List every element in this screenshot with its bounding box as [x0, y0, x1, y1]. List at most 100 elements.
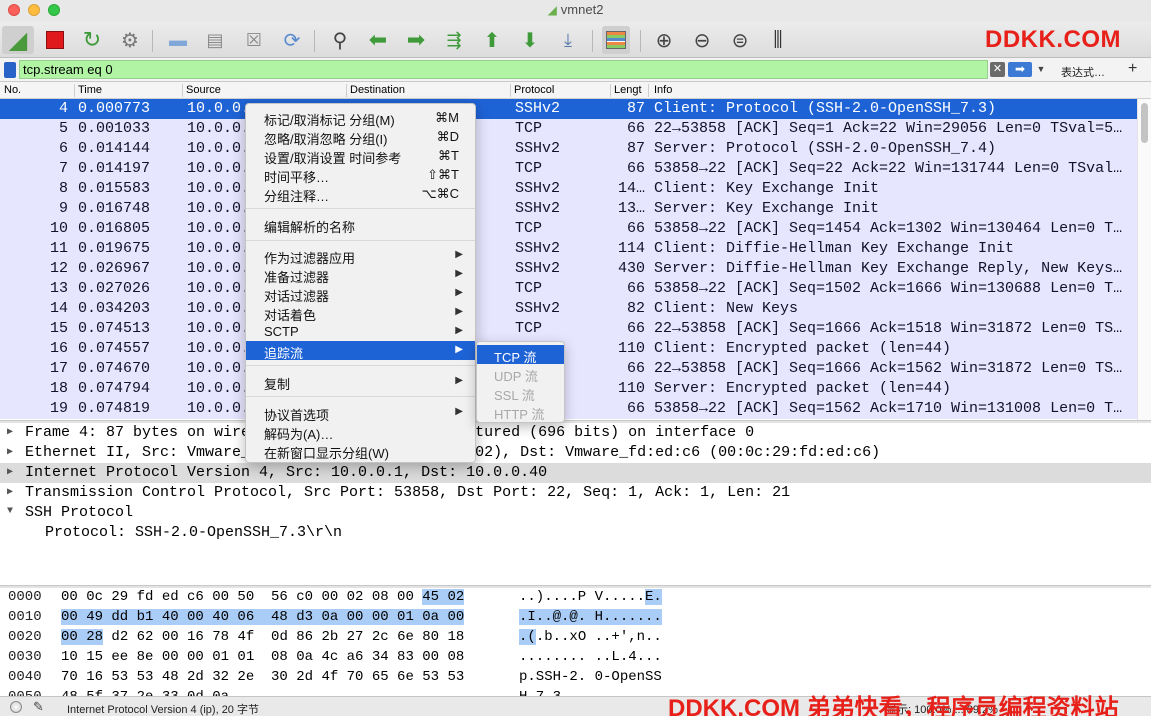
expand-arrow-icon[interactable]: ▶	[7, 426, 13, 438]
bytes-ascii[interactable]: .I..@.@. H.......	[519, 609, 662, 625]
expert-info-indicator[interactable]	[10, 701, 22, 713]
submenu-item-udp-stream[interactable]: UDP 流	[477, 364, 564, 384]
column-divider[interactable]	[182, 84, 183, 97]
bytes-hex[interactable]: 00 0c 29 fd ed c6 00 50 56 c0 00 02 08 0…	[61, 589, 465, 605]
menu-item-protocol-preferences[interactable]: 协议首选项 ▶	[246, 403, 475, 423]
bytes-hex[interactable]: 70 16 53 53 48 2d 32 2e 30 2d 4f 70 65 6…	[61, 669, 464, 685]
packet-row[interactable]: 5 0.001033 10.0.0. TCP 66 22→53858 [ACK]…	[0, 119, 1137, 139]
expand-arrow-icon[interactable]: ▶	[7, 486, 13, 498]
bytes-hex[interactable]: 10 15 ee 8e 00 00 01 01 08 0a 4c a6 34 8…	[61, 649, 464, 665]
recent-filters-dropdown[interactable]: ▼	[1035, 62, 1047, 77]
bytes-ascii[interactable]: ..)....P V.....E.	[519, 589, 662, 605]
add-filter-button[interactable]: +	[1128, 60, 1137, 78]
packet-row[interactable]: 8 0.015583 10.0.0. SSHv2 14… Client: Key…	[0, 179, 1137, 199]
packet-row[interactable]: 17 0.074670 10.0.0. 66 22→53858 [ACK] Se…	[0, 359, 1137, 379]
start-capture-button[interactable]: ◢	[2, 26, 34, 54]
zoom-out-button[interactable]: ⊖	[688, 26, 716, 54]
clear-filter-button[interactable]: ✕	[990, 62, 1005, 77]
menu-item-decode-as[interactable]: 解码为(A)…	[246, 422, 475, 442]
packet-row[interactable]: 14 0.034203 10.0.0. SSHv2 82 Client: New…	[0, 299, 1137, 319]
resize-columns-button[interactable]: ⫼	[764, 26, 792, 54]
menu-item-apply-as-filter[interactable]: 作为过滤器应用 ▶	[246, 246, 475, 266]
go-to-packet-button[interactable]: ⇶	[440, 26, 468, 54]
go-forward-button[interactable]: ➡	[402, 26, 430, 54]
apply-filter-button[interactable]: ➡	[1008, 62, 1032, 77]
column-header-length[interactable]: Lengt	[614, 84, 642, 96]
packet-row[interactable]: 6 0.014144 10.0.0. SSHv2 87 Server: Prot…	[0, 139, 1137, 159]
packet-row[interactable]: 9 0.016748 10.0.0. SSHv2 13… Server: Key…	[0, 199, 1137, 219]
menu-item-follow-stream[interactable]: 追踪流 ▶	[246, 341, 475, 361]
detail-row-ip[interactable]: ▶ Internet Protocol Version 4, Src: 10.0…	[0, 463, 1151, 483]
column-header-destination[interactable]: Destination	[350, 84, 405, 96]
expand-arrow-icon[interactable]: ▶	[7, 466, 13, 478]
bookmark-icon[interactable]	[4, 62, 16, 78]
packet-row[interactable]: 13 0.027026 10.0.0. TCP 66 53858→22 [ACK…	[0, 279, 1137, 299]
comment-icon[interactable]: ✎	[33, 699, 44, 715]
close-file-button[interactable]: ☒	[240, 26, 268, 54]
first-packet-button[interactable]: ⬆	[478, 26, 506, 54]
expand-arrow-icon[interactable]: ▶	[7, 446, 13, 458]
stop-capture-button[interactable]	[41, 26, 69, 54]
menu-item-packet-comment[interactable]: 分组注释… ⌥⌘C	[246, 184, 475, 204]
packet-row[interactable]: 16 0.074557 10.0.0. 110 Client: Encrypte…	[0, 339, 1137, 359]
packet-row[interactable]: 19 0.074819 10.0.0. 66 53858→22 [ACK] Se…	[0, 399, 1137, 419]
find-packet-button[interactable]: ⚲	[326, 26, 354, 54]
colorize-button[interactable]	[602, 26, 630, 54]
detail-row-ethernet[interactable]: ▶ Ethernet II, Src: Vmware_c0:00:02 (00:…	[0, 443, 1151, 463]
packet-row[interactable]: 18 0.074794 10.0.0. 110 Server: Encrypte…	[0, 379, 1137, 399]
menu-item-mark-packet[interactable]: 标记/取消标记 分组(M) ⌘M	[246, 108, 475, 128]
column-divider[interactable]	[346, 84, 347, 97]
menu-item-show-packet-new-window[interactable]: 在新窗口显示分组(W)	[246, 441, 475, 461]
collapse-arrow-icon[interactable]: ▼	[7, 506, 13, 517]
packet-row[interactable]: 7 0.014197 10.0.0. TCP 66 53858→22 [ACK]…	[0, 159, 1137, 179]
detail-row-ssh[interactable]: ▼ SSH Protocol	[0, 503, 1151, 523]
column-header-protocol[interactable]: Protocol	[514, 84, 554, 96]
restart-capture-button[interactable]: ↻	[78, 26, 106, 54]
column-header-info[interactable]: Info	[654, 84, 672, 96]
menu-item-conversation-filter[interactable]: 对话过滤器 ▶	[246, 284, 475, 304]
menu-item-colorize-conversation[interactable]: 对话着色 ▶	[246, 303, 475, 323]
detail-row-tcp[interactable]: ▶ Transmission Control Protocol, Src Por…	[0, 483, 1151, 503]
menu-item-ignore-packet[interactable]: 忽略/取消忽略 分组(I) ⌘D	[246, 127, 475, 147]
packet-row[interactable]: 15 0.074513 10.0.0. TCP 66 22→53858 [ACK…	[0, 319, 1137, 339]
zoom-in-button[interactable]: ⊕	[650, 26, 678, 54]
packet-row-selected[interactable]: 4 0.000773 10.0.0. SSHv2 87 Client: Prot…	[0, 99, 1137, 119]
zoom-normal-button[interactable]: ⊜	[726, 26, 754, 54]
display-filter-input[interactable]	[19, 60, 988, 79]
menu-item-time-reference[interactable]: 设置/取消设置 时间参考 ⌘T	[246, 146, 475, 166]
submenu-item-http-stream[interactable]: HTTP 流	[477, 402, 564, 422]
packet-row[interactable]: 11 0.019675 10.0.0. SSHv2 114 Client: Di…	[0, 239, 1137, 259]
open-file-button[interactable]: ▬	[164, 26, 192, 54]
column-divider[interactable]	[648, 84, 649, 97]
detail-row-frame[interactable]: ▶ Frame 4: 87 bytes on wire (696 bits), …	[0, 423, 1151, 443]
expression-button[interactable]: 表达式…	[1061, 64, 1105, 80]
bytes-ascii[interactable]: .(.b..xO ..+',n..	[519, 629, 662, 645]
detail-row-ssh-protocol[interactable]: Protocol: SSH-2.0-OpenSSH_7.3\r\n	[0, 523, 1151, 543]
column-divider[interactable]	[510, 84, 511, 97]
packet-row[interactable]: 12 0.026967 10.0.0. SSHv2 430 Server: Di…	[0, 259, 1137, 279]
capture-options-button[interactable]: ⚙	[116, 26, 144, 54]
menu-item-time-shift[interactable]: 时间平移… ⇧⌘T	[246, 165, 475, 185]
menu-item-prepare-filter[interactable]: 准备过滤器 ▶	[246, 265, 475, 285]
menu-item-sctp[interactable]: SCTP ▶	[246, 322, 475, 341]
column-divider[interactable]	[610, 84, 611, 97]
reload-file-button[interactable]: ⟳	[278, 26, 306, 54]
column-header-source[interactable]: Source	[186, 84, 221, 96]
bytes-hex[interactable]: 00 49 dd b1 40 00 40 06 48 d3 0a 00 00 0…	[61, 609, 465, 625]
bytes-hex[interactable]: 00 28 d2 62 00 16 78 4f 0d 86 2b 27 2c 6…	[61, 629, 464, 645]
packet-row[interactable]: 10 0.016805 10.0.0. TCP 66 53858→22 [ACK…	[0, 219, 1137, 239]
submenu-item-ssl-stream[interactable]: SSL 流	[477, 383, 564, 403]
menu-item-edit-resolved-name[interactable]: 编辑解析的名称	[246, 215, 475, 235]
go-back-button[interactable]: ⬅	[364, 26, 392, 54]
autoscroll-button[interactable]: ⤓	[554, 26, 582, 54]
bytes-ascii[interactable]: p.SSH-2. 0-OpenSS	[519, 669, 662, 685]
scrollbar-thumb[interactable]	[1141, 103, 1148, 143]
packet-list-scrollbar[interactable]	[1137, 99, 1151, 420]
column-header-time[interactable]: Time	[78, 84, 102, 96]
save-file-button[interactable]: ▤	[201, 26, 229, 54]
column-header-no[interactable]: No.	[4, 84, 21, 96]
menu-item-copy[interactable]: 复制 ▶	[246, 372, 475, 392]
submenu-item-tcp-stream[interactable]: TCP 流	[477, 345, 564, 365]
bytes-ascii[interactable]: ........ ..L.4...	[519, 649, 662, 665]
last-packet-button[interactable]: ⬇	[516, 26, 544, 54]
